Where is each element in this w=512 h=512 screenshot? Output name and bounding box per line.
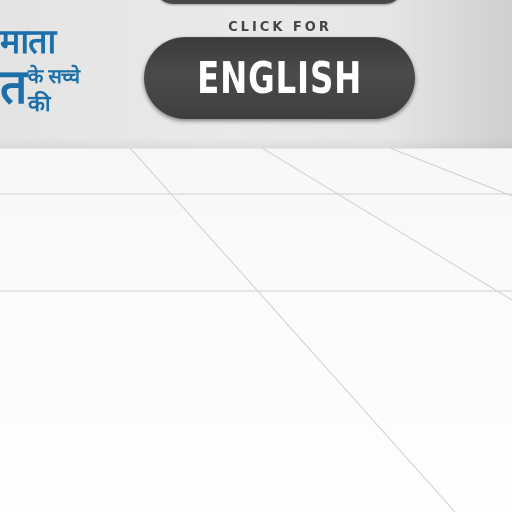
back-wall: माता त के सच्चे की CLICK FOR ENGLISH xyxy=(0,0,512,148)
logo-line-2-large: त xyxy=(0,59,28,115)
tiled-floor xyxy=(0,148,512,512)
click-for-label: CLICK FOR xyxy=(228,20,332,35)
logo-line-2-small: के सच्चे xyxy=(28,64,80,88)
floor-tile-grid xyxy=(0,148,512,512)
tile-line xyxy=(389,148,512,197)
hindi-logo: माता त के सच्चे की xyxy=(0,22,100,132)
tile-line xyxy=(129,148,456,512)
logo-line-3: की xyxy=(28,92,51,117)
logo-line-1: माता xyxy=(0,22,56,62)
tile-line xyxy=(261,148,512,301)
english-button-label: ENGLISH xyxy=(196,52,363,104)
english-language-button[interactable]: ENGLISH xyxy=(144,37,415,119)
wall-shadow xyxy=(0,138,512,148)
top-button-partial[interactable] xyxy=(155,0,403,4)
